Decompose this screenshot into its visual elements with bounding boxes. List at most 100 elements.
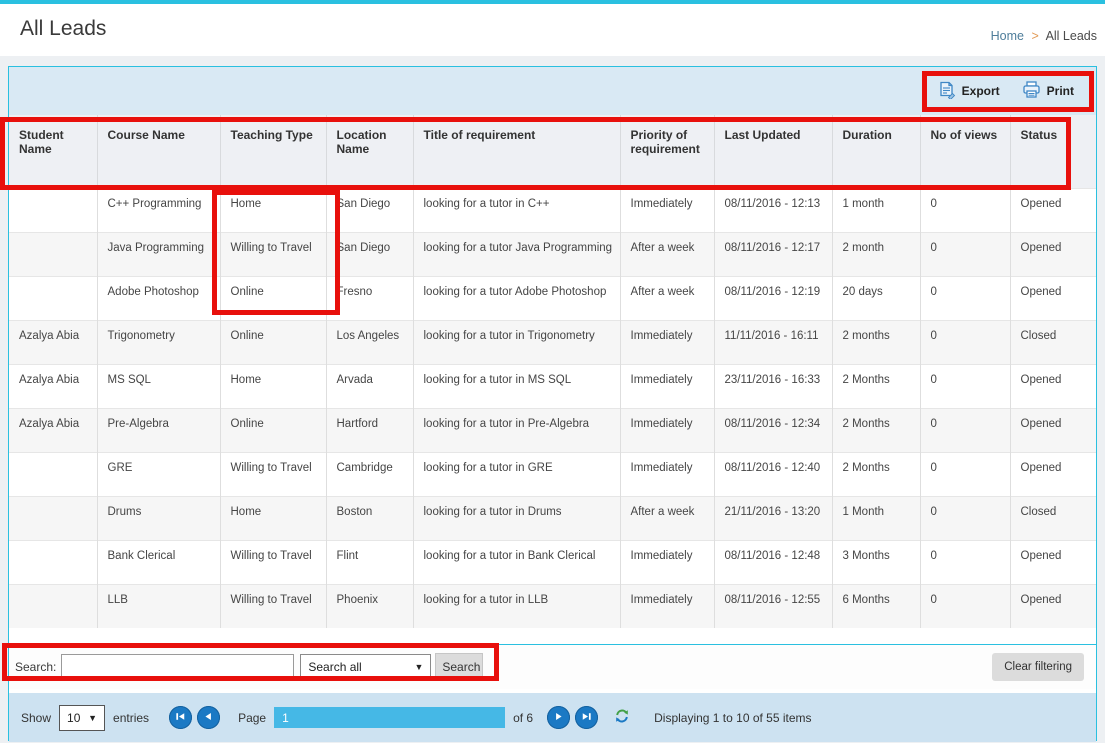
table-cell: Online	[220, 320, 326, 364]
table-cell: Opened	[1010, 452, 1096, 496]
column-header: Title of requirement	[413, 115, 620, 188]
table-row[interactable]: GREWilling to TravelCambridgelooking for…	[9, 452, 1096, 496]
table-cell: 0	[920, 540, 1010, 584]
table-cell: 0	[920, 452, 1010, 496]
search-label: Search:	[15, 660, 56, 674]
skip-to-first-icon	[175, 711, 186, 725]
table-cell: Online	[220, 408, 326, 452]
leads-panel: Export Print Student NameCourse NameTeac…	[8, 66, 1097, 741]
table-cell: Willing to Travel	[220, 452, 326, 496]
search-filter-select[interactable]: Search all ▼	[300, 654, 431, 680]
column-header: Priority of requirement	[620, 115, 714, 188]
table-cell: GRE	[97, 452, 220, 496]
table-cell: looking for a tutor in Trigonometry	[413, 320, 620, 364]
table-cell	[9, 540, 97, 584]
entries-per-page-select[interactable]: 10 ▼	[59, 705, 105, 731]
last-page-button[interactable]	[575, 706, 598, 729]
table-cell: Fresno	[326, 276, 413, 320]
page-total-label: of 6	[513, 711, 533, 725]
table-cell: 08/11/2016 - 12:17	[714, 232, 832, 276]
table-cell: Home	[220, 188, 326, 232]
export-document-icon	[939, 81, 956, 102]
search-button[interactable]: Search	[435, 653, 483, 681]
table-cell: 20 days	[832, 276, 920, 320]
table-row[interactable]: LLBWilling to TravelPhoenixlooking for a…	[9, 584, 1096, 628]
table-cell	[9, 276, 97, 320]
table-cell: looking for a tutor in C++	[413, 188, 620, 232]
leads-table: Student NameCourse NameTeaching TypeLoca…	[9, 115, 1096, 628]
table-cell: 08/11/2016 - 12:55	[714, 584, 832, 628]
next-arrow-icon	[553, 711, 564, 725]
table-cell	[9, 232, 97, 276]
printer-icon	[1022, 81, 1041, 101]
next-page-button[interactable]	[547, 706, 570, 729]
print-button[interactable]: Print	[1022, 81, 1074, 101]
search-input[interactable]	[61, 654, 294, 680]
table-footer-spacer	[9, 628, 1096, 644]
export-button[interactable]: Export	[939, 81, 1000, 102]
previous-page-button[interactable]	[197, 706, 220, 729]
table-cell: MS SQL	[97, 364, 220, 408]
pagination-status: Displaying 1 to 10 of 55 items	[654, 711, 811, 725]
table-cell: 1 month	[832, 188, 920, 232]
table-cell: 2 months	[832, 320, 920, 364]
table-row[interactable]: Bank ClericalWilling to TravelFlintlooki…	[9, 540, 1096, 584]
table-cell: LLB	[97, 584, 220, 628]
search-band: Search: Search all ▼ Search Clear filter…	[9, 644, 1096, 689]
table-cell: looking for a tutor in GRE	[413, 452, 620, 496]
page-header: All Leads Home > All Leads	[0, 4, 1105, 56]
table-cell: 21/11/2016 - 13:20	[714, 496, 832, 540]
table-header-row: Student NameCourse NameTeaching TypeLoca…	[9, 115, 1096, 188]
table-cell: Immediately	[620, 320, 714, 364]
table-cell: 23/11/2016 - 16:33	[714, 364, 832, 408]
page-number-input[interactable]	[274, 707, 505, 728]
table-cell: Online	[220, 276, 326, 320]
table-cell: 08/11/2016 - 12:48	[714, 540, 832, 584]
table-cell: 0	[920, 496, 1010, 540]
table-cell: Opened	[1010, 408, 1096, 452]
column-header: Last Updated	[714, 115, 832, 188]
breadcrumb-home-link[interactable]: Home	[991, 29, 1024, 43]
table-cell: Drums	[97, 496, 220, 540]
table-cell: Los Angeles	[326, 320, 413, 364]
table-cell: looking for a tutor Java Programming	[413, 232, 620, 276]
table-cell: 0	[920, 364, 1010, 408]
table-cell: Closed	[1010, 320, 1096, 364]
table-row[interactable]: Azalya AbiaPre-AlgebraOnlineHartfordlook…	[9, 408, 1096, 452]
table-cell: Opened	[1010, 232, 1096, 276]
table-row[interactable]: Adobe PhotoshopOnlineFresnolooking for a…	[9, 276, 1096, 320]
column-header: Duration	[832, 115, 920, 188]
refresh-button[interactable]	[614, 708, 630, 727]
table-cell: 0	[920, 320, 1010, 364]
clear-filtering-button[interactable]: Clear filtering	[992, 653, 1084, 681]
table-cell: Immediately	[620, 364, 714, 408]
table-cell: Azalya Abia	[9, 320, 97, 364]
table-row[interactable]: Azalya AbiaTrigonometryOnlineLos Angeles…	[9, 320, 1096, 364]
export-button-label: Export	[962, 84, 1000, 98]
entries-selected-value: 10	[67, 711, 80, 725]
breadcrumb: Home > All Leads	[991, 29, 1097, 43]
table-row[interactable]: DrumsHomeBostonlooking for a tutor in Dr…	[9, 496, 1096, 540]
column-header: Course Name	[97, 115, 220, 188]
table-cell: Phoenix	[326, 584, 413, 628]
table-cell: Bank Clerical	[97, 540, 220, 584]
table-cell: Willing to Travel	[220, 540, 326, 584]
search-filter-selected-value: Search all	[308, 660, 361, 674]
table-cell: 0	[920, 276, 1010, 320]
table-row[interactable]: Java ProgrammingWilling to TravelSan Die…	[9, 232, 1096, 276]
table-cell: Opened	[1010, 364, 1096, 408]
first-page-button[interactable]	[169, 706, 192, 729]
table-cell	[9, 188, 97, 232]
table-cell: looking for a tutor in Drums	[413, 496, 620, 540]
table-cell: Pre-Algebra	[97, 408, 220, 452]
table-cell: San Diego	[326, 188, 413, 232]
table-cell: 2 Months	[832, 452, 920, 496]
table-cell: Home	[220, 496, 326, 540]
refresh-arrows-icon	[614, 708, 630, 727]
table-cell: 08/11/2016 - 12:40	[714, 452, 832, 496]
table-cell: 0	[920, 232, 1010, 276]
table-cell: 2 month	[832, 232, 920, 276]
column-header: Student Name	[9, 115, 97, 188]
table-row[interactable]: Azalya AbiaMS SQLHomeArvadalooking for a…	[9, 364, 1096, 408]
table-row[interactable]: C++ ProgrammingHomeSan Diegolooking for …	[9, 188, 1096, 232]
